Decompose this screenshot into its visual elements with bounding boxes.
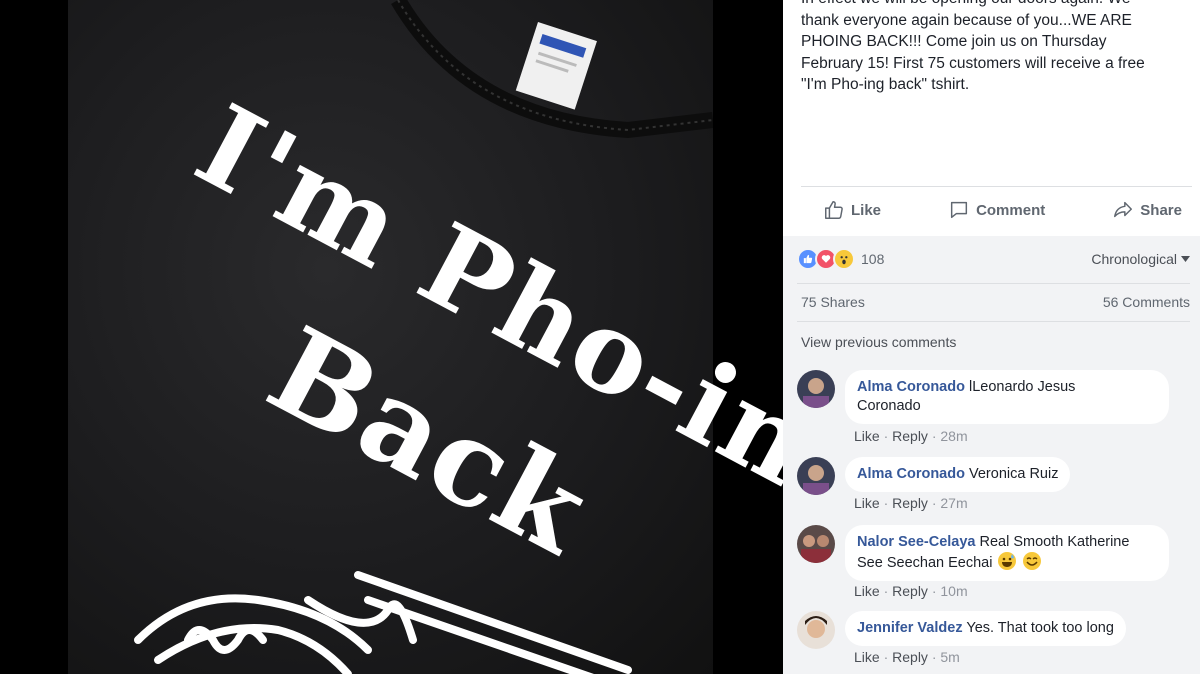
comment-like-link[interactable]: Like bbox=[854, 583, 880, 599]
thumbs-up-icon bbox=[825, 201, 843, 219]
comment-author[interactable]: Nalor See-Celaya bbox=[857, 534, 975, 550]
avatar[interactable] bbox=[797, 611, 835, 649]
noodle-bowl-graphic bbox=[134, 571, 632, 674]
shares-count[interactable]: 75 Shares bbox=[801, 294, 865, 310]
comment-text: Yes. That took too long bbox=[966, 620, 1114, 636]
comment-author[interactable]: Alma Coronado bbox=[857, 466, 965, 482]
comment-button[interactable]: Comment bbox=[948, 199, 1045, 221]
post-text: In effect we will be opening our doors a… bbox=[801, 0, 1191, 96]
comment-like-link[interactable]: Like bbox=[854, 649, 880, 665]
comments-count[interactable]: 56 Comments bbox=[1103, 294, 1190, 310]
comment-like-link[interactable]: Like bbox=[854, 428, 880, 444]
comment-reply-link[interactable]: Reply bbox=[892, 649, 928, 665]
comment-time[interactable]: 5m bbox=[940, 649, 959, 665]
avatar[interactable] bbox=[797, 457, 835, 495]
shirt-tag bbox=[515, 22, 597, 110]
comment-sort-dropdown[interactable]: Chronological bbox=[1091, 251, 1190, 267]
post-text-line: thank everyone again because of you...WE… bbox=[801, 11, 1132, 29]
comment-bubble: Nalor See-Celaya Real Smooth Katherine S… bbox=[845, 525, 1169, 581]
avatar[interactable] bbox=[797, 370, 835, 408]
comment-reply-link[interactable]: Reply bbox=[892, 583, 928, 599]
post-text-line: In effect we will be opening our doors a… bbox=[801, 0, 1191, 10]
stats-row: 75 Shares 56 Comments bbox=[801, 294, 1190, 310]
comment-text: Coronado bbox=[857, 398, 921, 414]
comment-bubble: Alma Coronado Veronica Ruiz bbox=[845, 457, 1071, 492]
comment-reply-link[interactable]: Reply bbox=[892, 428, 928, 444]
comment-time[interactable]: 27m bbox=[940, 495, 967, 511]
divider bbox=[797, 321, 1190, 322]
comment-meta: Like · Reply · 5m bbox=[854, 649, 960, 665]
comment-author[interactable]: Jennifer Valdez bbox=[857, 620, 963, 636]
avatar[interactable] bbox=[797, 525, 835, 563]
reactions-row: 108 Chronological bbox=[797, 248, 1190, 270]
comment-time[interactable]: 10m bbox=[940, 583, 967, 599]
grinning-sweat-emoji-icon bbox=[998, 552, 1017, 570]
comment-text: lLeonardo Jesus bbox=[968, 379, 1076, 395]
comment-meta: Like · Reply · 10m bbox=[854, 583, 968, 599]
post-text-line: PHOING BACK!!! Come join us on Thursday bbox=[801, 33, 1107, 50]
comment-text: See Seechan Eechai bbox=[857, 555, 993, 571]
share-arrow-icon bbox=[1114, 201, 1133, 218]
tshirt-image: I'm Pho-ing Back bbox=[68, 0, 783, 674]
like-button-label: Like bbox=[851, 201, 882, 219]
comment-reply-link[interactable]: Reply bbox=[892, 495, 928, 511]
comment-author[interactable]: Alma Coronado bbox=[857, 379, 965, 395]
comment-bubble: Alma Coronado lLeonardo Jesus Coronado bbox=[845, 370, 1169, 424]
view-previous-comments-link[interactable]: View previous comments bbox=[801, 334, 956, 350]
share-button-label: Share bbox=[1140, 201, 1182, 219]
comment-time[interactable]: 28m bbox=[940, 428, 967, 444]
comment-button-label: Comment bbox=[976, 201, 1046, 219]
share-button[interactable]: Share bbox=[1112, 199, 1182, 221]
comment-text: Real Smooth Katherine bbox=[979, 534, 1130, 550]
post-side-panel: In effect we will be opening our doors a… bbox=[783, 0, 1200, 674]
post-text-line: "I'm Pho-ing back" tshirt. bbox=[801, 76, 970, 93]
reaction-count: 108 bbox=[861, 251, 885, 267]
caret-down-icon bbox=[1181, 256, 1190, 262]
comments-section: 108 Chronological 75 Shares 56 Comments … bbox=[783, 236, 1200, 674]
post-actions-bar: Like Comment Share bbox=[801, 187, 1192, 233]
comment-icon bbox=[950, 201, 968, 219]
divider bbox=[797, 283, 1190, 284]
like-button[interactable]: Like bbox=[823, 199, 881, 221]
comment-text: Veronica Ruiz bbox=[968, 466, 1059, 482]
post-text-line: February 15! First 75 customers will rec… bbox=[801, 54, 1145, 72]
sort-label: Chronological bbox=[1091, 251, 1177, 267]
wow-icon bbox=[833, 248, 855, 270]
comment-bubble: Jennifer Valdez Yes. That took too long bbox=[845, 611, 1126, 646]
comment-meta: Like · Reply · 27m bbox=[854, 495, 968, 511]
comment-like-link[interactable]: Like bbox=[854, 495, 880, 511]
post-photo[interactable]: I'm Pho-ing Back bbox=[0, 0, 783, 674]
comment-meta: Like · Reply · 28m bbox=[854, 428, 968, 444]
smiling-emoji-icon bbox=[1022, 552, 1041, 570]
reactions-summary[interactable]: 108 bbox=[797, 248, 884, 270]
